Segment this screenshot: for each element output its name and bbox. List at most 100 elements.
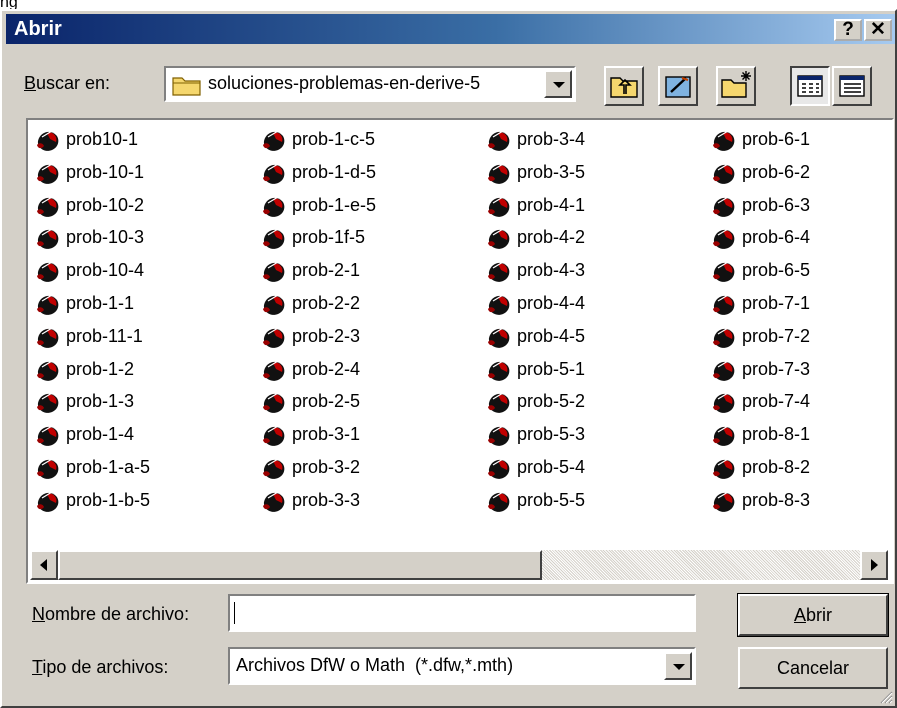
file-list[interactable]: prob10-1 prob-10-1 prob-10-2 prob-10-3 prob-… xyxy=(26,118,894,584)
derive-file-icon xyxy=(713,294,735,315)
file-name: prob-3-3 xyxy=(292,489,361,510)
file-name: prob-1-4 xyxy=(66,424,135,445)
derive-file-icon xyxy=(263,163,285,184)
derive-file-icon xyxy=(713,491,735,512)
file-name: prob-10-1 xyxy=(66,161,145,182)
derive-file-icon xyxy=(488,228,510,250)
filetype-dropdown-button[interactable] xyxy=(664,652,692,680)
create-folder-button[interactable] xyxy=(716,66,756,106)
derive-file-icon xyxy=(488,425,510,447)
file-name: prob-4-5 xyxy=(517,325,586,346)
derive-file-icon xyxy=(713,130,735,151)
lookin-combobox[interactable]: soluciones-problemas-en-derive-5 xyxy=(164,66,576,102)
derive-file-icon xyxy=(263,228,285,250)
file-name: prob-6-4 xyxy=(742,227,811,248)
file-name: prob-1-2 xyxy=(66,358,135,379)
file-name: prob-6-1 xyxy=(742,129,811,149)
scroll-thumb[interactable] xyxy=(58,550,542,580)
file-name: prob-5-4 xyxy=(517,457,586,477)
filetype-combobox[interactable]: Archivos DfW o Math (*.dfw,*.mth) xyxy=(228,647,696,685)
lookin-dropdown-button[interactable] xyxy=(544,70,572,98)
derive-file-icon xyxy=(37,294,59,315)
file-name: prob-1-b-5 xyxy=(66,489,151,510)
derive-file-icon xyxy=(713,360,735,381)
up-one-level-button[interactable] xyxy=(604,66,644,106)
scroll-left-button[interactable] xyxy=(30,550,58,580)
details-view-icon xyxy=(839,75,865,97)
file-name: prob-7-3 xyxy=(742,358,811,379)
derive-file-icon xyxy=(713,425,735,447)
file-name: prob10-1 xyxy=(66,129,139,149)
file-name: prob-2-4 xyxy=(292,358,361,379)
file-name: prob-7-2 xyxy=(742,325,811,346)
file-name: prob-8-2 xyxy=(742,457,811,477)
derive-file-icon xyxy=(37,360,59,381)
derive-file-icon xyxy=(488,294,510,315)
derive-file-icon xyxy=(263,425,285,447)
derive-file-icon xyxy=(263,491,285,512)
file-name: prob-6-2 xyxy=(742,161,811,182)
file-name: prob-10-4 xyxy=(66,260,145,281)
derive-file-icon xyxy=(263,196,285,217)
file-name: prob-5-3 xyxy=(517,424,586,445)
file-name: prob-1-d-5 xyxy=(292,161,377,182)
desktop-button[interactable] xyxy=(658,66,698,106)
desktop-icon xyxy=(665,76,691,98)
scroll-right-button[interactable] xyxy=(860,550,888,580)
file-name: prob-3-2 xyxy=(292,457,361,477)
derive-file-icon xyxy=(488,163,510,184)
derive-file-icon xyxy=(37,130,59,151)
derive-file-icon xyxy=(713,392,735,414)
derive-file-icon xyxy=(263,261,285,283)
file-name: prob-4-2 xyxy=(517,227,586,248)
filetype-label: Tipo de archivos: xyxy=(32,657,169,677)
derive-file-icon xyxy=(713,196,735,217)
file-name: prob-4-3 xyxy=(517,260,586,281)
derive-file-icon xyxy=(37,327,59,348)
help-button[interactable]: ? xyxy=(834,19,862,41)
derive-file-icon xyxy=(37,491,59,512)
horizontal-scrollbar[interactable] xyxy=(30,550,888,580)
open-file-dialog: Abrir ? ✕ Buscar en: soluciones-problema… xyxy=(0,9,897,708)
derive-file-icon xyxy=(488,360,510,381)
file-name: prob-6-3 xyxy=(742,194,811,215)
file-name: prob-4-1 xyxy=(517,194,586,215)
file-name: prob-2-1 xyxy=(292,260,361,281)
file-name: prob-4-4 xyxy=(517,293,586,313)
file-name: prob-10-2 xyxy=(66,194,145,215)
close-button[interactable]: ✕ xyxy=(864,19,892,41)
derive-file-icon xyxy=(37,392,59,414)
open-button[interactable]: Abrir xyxy=(737,593,889,637)
derive-file-icon xyxy=(488,261,510,283)
lookin-folder-name: soluciones-problemas-en-derive-5 xyxy=(208,73,481,93)
derive-file-icon xyxy=(37,261,59,283)
list-view-button[interactable] xyxy=(790,66,830,106)
file-name: prob-1-3 xyxy=(66,391,135,412)
file-name: prob-5-2 xyxy=(517,391,586,412)
lookin-label: Buscar en: xyxy=(24,73,111,93)
file-name: prob-7-4 xyxy=(742,391,811,412)
new-folder-icon xyxy=(721,71,751,98)
file-name: prob-2-5 xyxy=(292,391,361,412)
left-arrow-icon xyxy=(40,559,47,571)
derive-file-icon xyxy=(263,130,285,151)
derive-file-icon xyxy=(263,392,285,414)
derive-file-icon xyxy=(37,458,59,479)
window-title: Abrir xyxy=(14,18,62,40)
derive-file-icon xyxy=(488,458,510,479)
file-name: prob-8-3 xyxy=(742,489,811,510)
folder-icon xyxy=(172,77,201,96)
cancel-button[interactable]: Cancelar xyxy=(738,647,888,689)
title-bar[interactable]: Abrir ? ✕ xyxy=(6,14,895,44)
derive-file-icon xyxy=(37,163,59,184)
derive-file-icon xyxy=(713,327,735,348)
file-name: prob-6-5 xyxy=(742,260,811,281)
file-name: prob-3-1 xyxy=(292,424,361,445)
derive-file-icon xyxy=(713,228,735,250)
details-view-button[interactable] xyxy=(832,66,872,106)
filename-input[interactable] xyxy=(228,594,696,632)
derive-file-icon xyxy=(263,360,285,381)
derive-file-icon xyxy=(263,294,285,315)
resize-grip-icon[interactable] xyxy=(877,688,893,704)
derive-file-icon xyxy=(37,425,59,447)
